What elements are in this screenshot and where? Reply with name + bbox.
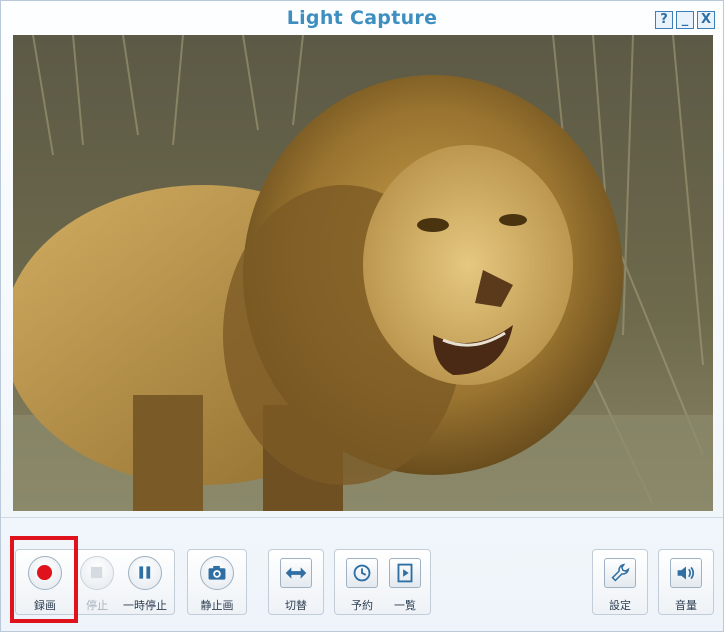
recording-controls-group: 録画 停止 一時停止 — [15, 549, 175, 615]
speaker-icon — [677, 566, 695, 580]
volume-group: 音量 — [658, 549, 714, 615]
settings-label: 設定 — [609, 599, 631, 612]
stop-icon — [90, 566, 103, 579]
snapshot-button[interactable]: 静止画 — [193, 556, 241, 616]
window-controls: ? _ X — [655, 11, 715, 29]
pause-icon — [139, 566, 151, 579]
switch-button[interactable]: 切替 — [272, 556, 320, 616]
close-button[interactable]: X — [697, 11, 715, 29]
minimize-button[interactable]: _ — [676, 11, 694, 29]
switch-group: 切替 — [268, 549, 324, 615]
window-title: Light Capture — [286, 7, 438, 29]
pause-button[interactable]: 一時停止 — [121, 556, 169, 616]
clock-icon — [353, 564, 371, 582]
lion-video-frame — [13, 35, 713, 511]
title-bar[interactable]: Light Capture ? _ X — [1, 1, 723, 35]
swap-arrows-icon — [285, 567, 307, 579]
record-icon — [37, 565, 53, 581]
volume-button[interactable]: 音量 — [662, 556, 710, 616]
pause-label: 一時停止 — [123, 599, 167, 612]
video-preview — [13, 35, 713, 511]
toolbar-divider — [1, 517, 723, 518]
settings-button[interactable]: 設定 — [596, 556, 644, 616]
switch-label: 切替 — [285, 599, 307, 612]
snapshot-group: 静止画 — [187, 549, 247, 615]
snapshot-label: 静止画 — [200, 599, 234, 612]
schedule-group: 予約 一覧 — [334, 549, 431, 615]
list-label: 一覧 — [394, 599, 416, 612]
playlist-icon — [397, 563, 413, 583]
list-button[interactable]: 一覧 — [381, 556, 429, 616]
record-button[interactable]: 録画 — [21, 556, 69, 616]
wrench-icon — [611, 563, 630, 582]
app-window: Light Capture ? _ X 録画 停止 一時停止 静止画 切替 予約… — [0, 0, 724, 632]
settings-group: 設定 — [592, 549, 648, 615]
camera-icon — [208, 565, 226, 580]
help-button[interactable]: ? — [655, 11, 673, 29]
volume-label: 音量 — [675, 599, 697, 612]
